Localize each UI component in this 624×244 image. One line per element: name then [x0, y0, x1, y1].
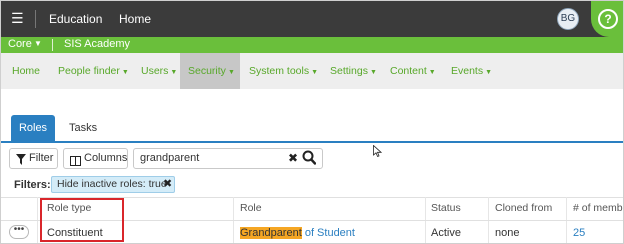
cell-members-link[interactable]: 25: [573, 227, 585, 239]
nav-item-label: Security: [188, 65, 226, 77]
home-link[interactable]: Home: [119, 12, 151, 26]
hamburger-icon[interactable]: ☰: [11, 11, 24, 25]
nav-item-home[interactable]: Home: [12, 53, 40, 89]
search-icon[interactable]: [302, 150, 317, 168]
nav-item-security[interactable]: Security ▼: [180, 53, 240, 89]
mouse-cursor-icon: [373, 144, 383, 161]
nav-item-settings[interactable]: Settings ▼: [330, 53, 377, 89]
tab-roles[interactable]: Roles: [11, 115, 55, 141]
caret-down-icon: ▼: [485, 69, 493, 76]
columns-icon: [70, 154, 81, 173]
filter-chip[interactable]: Hide inactive roles: true ✖: [51, 176, 175, 193]
tab-tasks[interactable]: Tasks: [69, 115, 97, 141]
caret-down-icon: ▼: [227, 69, 235, 76]
remove-filter-icon[interactable]: ✖: [163, 177, 172, 192]
cell-role-rest: of Student: [301, 227, 355, 239]
cell-cloned-from: none: [495, 227, 520, 239]
divider: [52, 39, 53, 51]
filter-button[interactable]: Filter: [9, 148, 58, 169]
filter-icon: [16, 153, 26, 172]
column-header-members[interactable]: # of memb: [573, 202, 623, 214]
help-area: ?: [591, 1, 623, 37]
caret-down-icon[interactable]: ▼: [34, 39, 42, 48]
tab-underline: [1, 141, 623, 143]
nav-item-label: Content: [390, 65, 427, 77]
nav-item-people-finder[interactable]: People finder ▼: [58, 53, 129, 89]
row-actions-button[interactable]: •••: [9, 225, 29, 239]
columns-button[interactable]: Columns: [63, 148, 128, 169]
help-icon[interactable]: ?: [598, 9, 618, 29]
caret-down-icon: ▼: [369, 69, 377, 76]
app-window: ☰ Education Home BG ? Core ▼ SIS Academy…: [0, 0, 624, 244]
caret-down-icon: ▼: [170, 69, 178, 76]
clear-search-icon[interactable]: ✖: [288, 151, 298, 165]
search-value[interactable]: grandparent: [140, 152, 199, 164]
nav-item-events[interactable]: Events ▼: [451, 53, 492, 89]
annotation-highlight-box: [40, 198, 124, 242]
filter-chip-label: Hide inactive roles: true: [57, 178, 167, 190]
main-nav: Home People finder ▼ Users ▼ Security ▼ Sys…: [1, 53, 623, 89]
nav-item-label: Events: [451, 65, 484, 77]
nav-item-users[interactable]: Users ▼: [141, 53, 177, 89]
nav-item-label: Users: [141, 65, 169, 77]
columns-button-label: Columns: [84, 152, 128, 164]
nav-item-label: Settings: [330, 65, 368, 77]
column-header-role[interactable]: Role: [240, 202, 262, 214]
filters-label: Filters:: [14, 179, 51, 191]
school-name[interactable]: SIS Academy: [64, 38, 130, 50]
avatar[interactable]: BG: [557, 8, 579, 30]
search-input[interactable]: grandparent ✖: [133, 148, 323, 169]
app-title[interactable]: Education: [49, 12, 102, 26]
context-bar: Core ▼ SIS Academy: [1, 37, 623, 53]
filter-button-label: Filter: [29, 152, 54, 164]
top-bar: ☰ Education Home BG ?: [1, 1, 623, 37]
column-header-status[interactable]: Status: [431, 202, 461, 214]
search-highlight: Grandparent: [240, 227, 302, 239]
nav-item-label: System tools: [249, 65, 310, 77]
divider: [35, 10, 36, 28]
nav-item-system-tools[interactable]: System tools ▼: [249, 53, 318, 89]
nav-item-label: Home: [12, 65, 41, 77]
caret-down-icon: ▼: [428, 69, 436, 76]
cell-status: Active: [431, 227, 461, 239]
cell-role-link[interactable]: Grandparent of Student: [240, 227, 355, 239]
caret-down-icon: ▼: [311, 69, 319, 76]
product-switcher[interactable]: Core: [8, 38, 32, 50]
nav-item-label: People finder: [58, 65, 120, 77]
nav-item-content[interactable]: Content ▼: [390, 53, 436, 89]
caret-down-icon: ▼: [121, 69, 129, 76]
column-header-cloned-from[interactable]: Cloned from: [495, 202, 552, 214]
